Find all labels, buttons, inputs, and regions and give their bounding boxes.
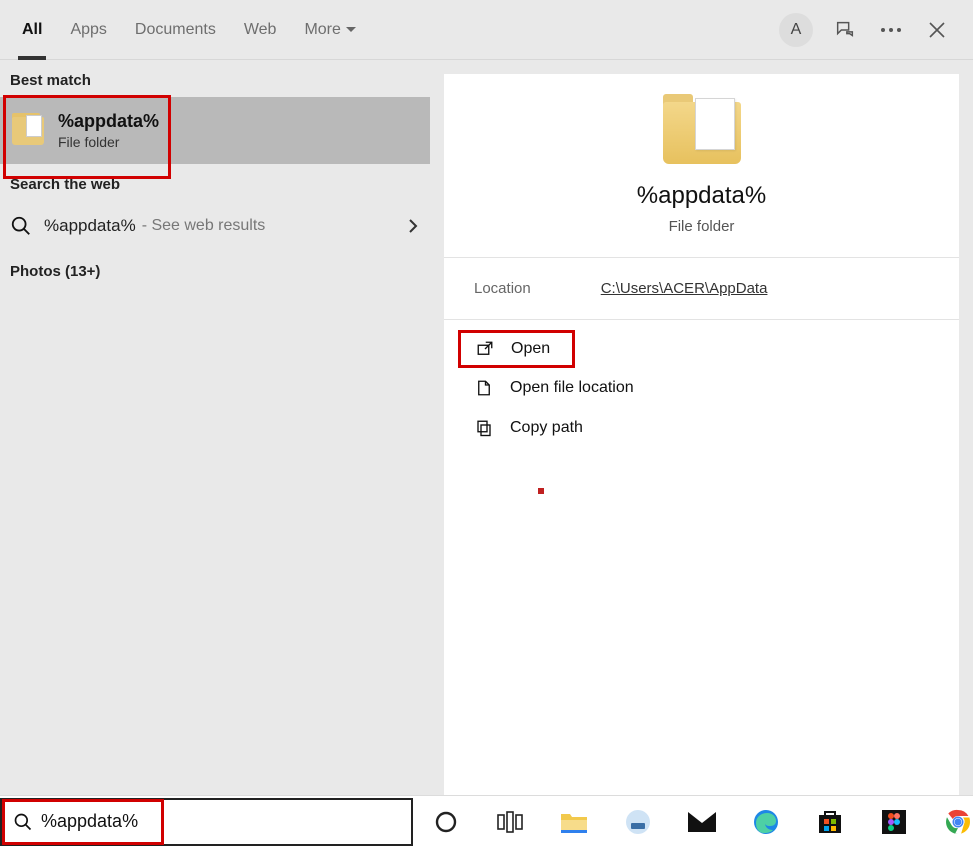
feedback-icon[interactable] [831, 16, 859, 44]
taskbar-search[interactable]: %appdata% [0, 798, 413, 846]
open-location-icon [474, 378, 494, 398]
close-icon[interactable] [923, 16, 951, 44]
tab-more-label: More [304, 21, 340, 39]
search-icon [13, 812, 33, 832]
task-view-icon[interactable] [495, 807, 525, 837]
results-column: Best match %appdata% File folder Search … [0, 60, 430, 795]
avatar-initial: A [791, 21, 802, 39]
mail-icon[interactable] [687, 807, 717, 837]
folder-icon [12, 117, 44, 145]
chrome-icon[interactable] [943, 807, 973, 837]
web-result-query: %appdata% [44, 216, 136, 236]
annotation-highlight: %appdata% [2, 799, 164, 845]
search-input-value: %appdata% [41, 811, 138, 832]
tab-apps-label: Apps [70, 21, 106, 39]
copy-icon [474, 418, 494, 438]
search-icon [10, 215, 32, 237]
tab-documents-label: Documents [135, 21, 216, 39]
preview-title: %appdata% [637, 182, 766, 210]
tab-documents[interactable]: Documents [121, 0, 230, 60]
web-result-hint: - See web results [142, 217, 266, 235]
app-icon[interactable] [623, 807, 653, 837]
search-tabs: All Apps Documents Web More A [0, 0, 973, 60]
file-explorer-icon[interactable] [559, 807, 589, 837]
microsoft-store-icon[interactable] [815, 807, 845, 837]
action-copy-path-label: Copy path [510, 419, 583, 437]
tab-more[interactable]: More [290, 0, 370, 60]
folder-icon [663, 102, 741, 164]
action-copy-path[interactable]: Copy path [458, 408, 945, 448]
figma-icon[interactable] [879, 807, 909, 837]
best-match-title: %appdata% [58, 111, 159, 132]
web-result-row[interactable]: %appdata% - See web results [0, 201, 430, 251]
action-open-location-label: Open file location [510, 379, 634, 397]
location-value[interactable]: C:\Users\ACER\AppData [601, 280, 768, 297]
preview-subtitle: File folder [669, 218, 735, 235]
preview-panel: %appdata% File folder Location C:\Users\… [444, 74, 959, 795]
taskbar: %appdata% [0, 795, 973, 847]
more-options-icon[interactable] [877, 16, 905, 44]
action-open-file-location[interactable]: Open file location [458, 368, 945, 408]
chevron-right-icon [406, 219, 420, 233]
open-icon [475, 339, 495, 359]
action-open-label: Open [511, 340, 550, 358]
user-avatar[interactable]: A [779, 13, 813, 47]
preview-column: %appdata% File folder Location C:\Users\… [430, 60, 973, 795]
tab-all[interactable]: All [8, 0, 56, 60]
best-match-result[interactable]: %appdata% File folder [0, 97, 430, 164]
edge-icon[interactable] [751, 807, 781, 837]
search-web-heading: Search the web [0, 164, 430, 201]
tab-web-label: Web [244, 21, 277, 39]
location-label: Location [474, 280, 531, 297]
tab-web[interactable]: Web [230, 0, 291, 60]
best-match-heading: Best match [0, 60, 430, 97]
tab-apps[interactable]: Apps [56, 0, 120, 60]
action-open[interactable]: Open [458, 330, 575, 368]
photos-heading[interactable]: Photos (13+) [0, 251, 430, 288]
annotation-dot [538, 488, 544, 494]
cortana-icon[interactable] [431, 807, 461, 837]
chevron-down-icon [345, 24, 357, 36]
tab-all-label: All [22, 21, 42, 39]
best-match-subtitle: File folder [58, 134, 159, 150]
